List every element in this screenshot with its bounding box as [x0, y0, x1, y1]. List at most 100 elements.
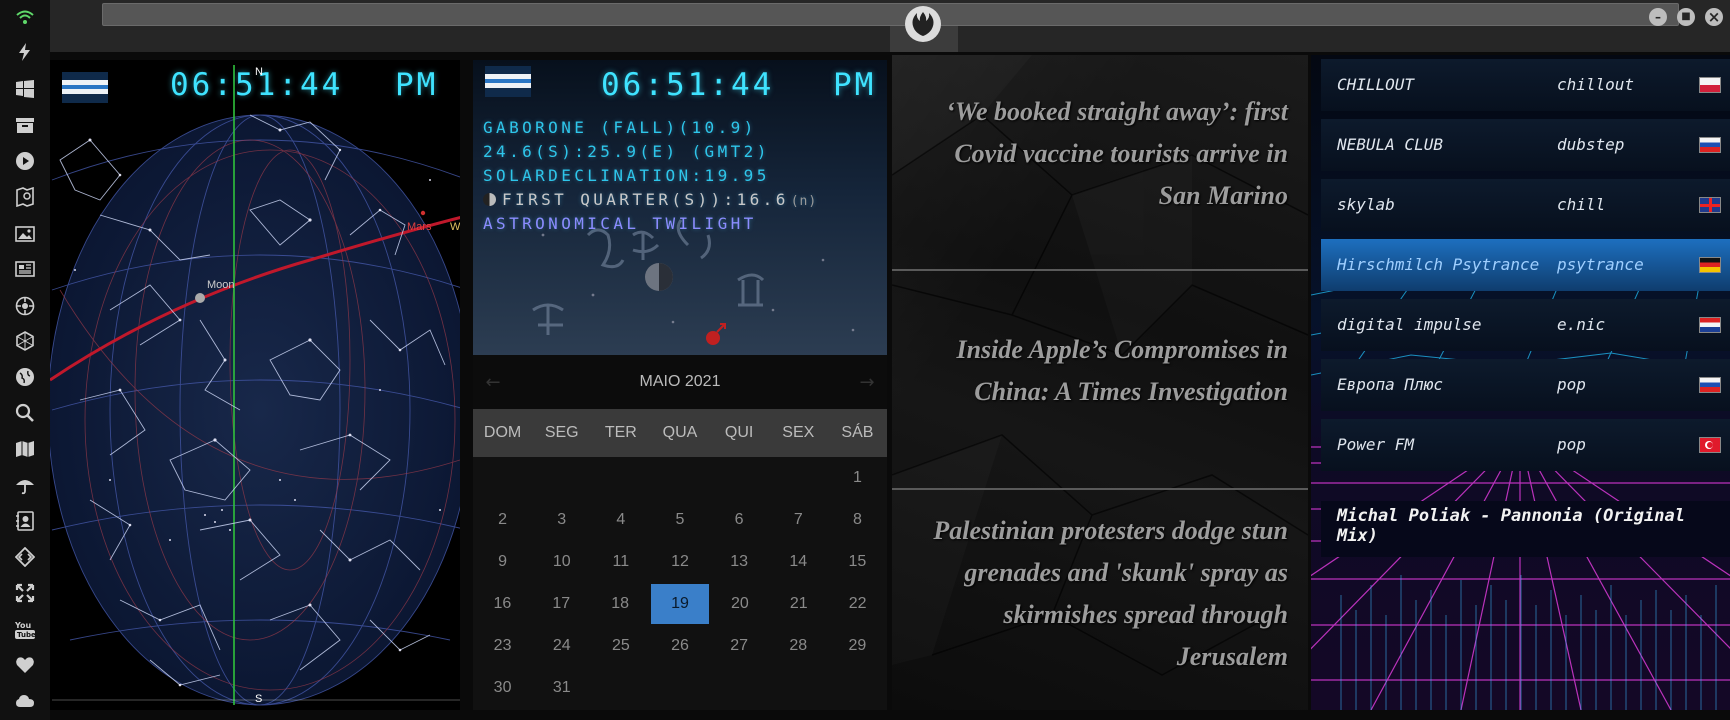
- calendar-day[interactable]: 10: [532, 541, 591, 583]
- calendar-day[interactable]: 15: [828, 541, 887, 583]
- calendar-day[interactable]: 13: [710, 541, 769, 583]
- calendar-day[interactable]: 1: [828, 457, 887, 499]
- turkey-flag-icon: [1699, 437, 1721, 453]
- station-item[interactable]: Power FM pop: [1321, 419, 1730, 471]
- calendar-day[interactable]: 2: [473, 499, 532, 541]
- uk-flag-icon: [1699, 197, 1721, 213]
- calendar-empty-cell: [769, 667, 828, 709]
- contact-icon[interactable]: [15, 511, 35, 531]
- play-icon[interactable]: [15, 151, 35, 171]
- minimize-button[interactable]: –: [1649, 8, 1667, 26]
- station-item[interactable]: NEBULA CLUB dubstep: [1321, 119, 1730, 171]
- heart-icon[interactable]: [15, 655, 35, 675]
- address-bar[interactable]: [102, 3, 1679, 26]
- calendar-day[interactable]: 23: [473, 625, 532, 667]
- news-headline-1[interactable]: ‘We booked straight away’: first Covid v…: [892, 91, 1308, 217]
- flag-icon: [62, 72, 108, 103]
- image-icon[interactable]: [15, 224, 35, 244]
- calendar-day[interactable]: 31: [532, 667, 591, 709]
- calendar-day[interactable]: 11: [591, 541, 650, 583]
- twilight-line: ASTRONOMICAL TWILIGHT: [483, 214, 757, 233]
- bolt-icon[interactable]: [15, 42, 35, 62]
- calendar-day[interactable]: 30: [473, 667, 532, 709]
- wifi-icon[interactable]: [15, 7, 35, 27]
- calendar-day[interactable]: 25: [591, 625, 650, 667]
- news-headline-2[interactable]: Inside Apple’s Compromises in China: A T…: [892, 329, 1308, 413]
- declination-line: SOLARDECLINATION:19.95: [483, 166, 770, 185]
- calendar-day[interactable]: 6: [710, 499, 769, 541]
- calendar-day[interactable]: 5: [650, 499, 709, 541]
- station-item[interactable]: Европа Плюс pop: [1321, 359, 1730, 411]
- calendar-week: 1: [473, 457, 887, 499]
- weekday-header: SEG: [544, 424, 579, 441]
- now-playing: Michal Poliak - Pannonia (Original Mix): [1321, 501, 1730, 557]
- settings-icon[interactable]: [15, 296, 35, 316]
- archive-icon[interactable]: [15, 115, 35, 135]
- calendar-day[interactable]: 28: [769, 625, 828, 667]
- calendar-empty-cell: [828, 667, 887, 709]
- hexagon-icon[interactable]: [15, 331, 35, 351]
- russia-flag-icon: [1699, 137, 1721, 153]
- globe-icon[interactable]: [15, 367, 35, 387]
- moon-label: Moon: [207, 279, 235, 291]
- calendar-day[interactable]: 14: [769, 541, 828, 583]
- calendar-day-today[interactable]: 19: [650, 584, 710, 624]
- calendar-month-label: MAIO 2021: [639, 373, 721, 390]
- calendar-day[interactable]: 21: [769, 583, 828, 625]
- news-headline-3[interactable]: Palestinian protesters dodge stun grenad…: [892, 510, 1308, 678]
- calendar-day[interactable]: 4: [591, 499, 650, 541]
- moon-phase-suffix: (n): [790, 194, 818, 209]
- map-icon[interactable]: [15, 439, 35, 459]
- calendar-empty-cell: [473, 457, 532, 499]
- clock-ampm: PM: [395, 67, 439, 103]
- clock-ampm: PM: [833, 67, 877, 103]
- calendar-day[interactable]: 18: [591, 583, 650, 625]
- calendar-day[interactable]: 29: [828, 625, 887, 667]
- calendar-day[interactable]: 27: [710, 625, 769, 667]
- star-map-panel[interactable]: 06:51:44 PM N S Moon Mars W: [50, 60, 460, 710]
- astro-calendar-panel: 06:51:44 PM GABORONE (FALL)(10.9) 24.6(S…: [473, 60, 887, 710]
- next-month-button[interactable]: →: [847, 372, 887, 393]
- station-name: Hirschmilch Psytrance: [1337, 255, 1540, 274]
- expand-icon[interactable]: [15, 583, 35, 603]
- weekday-header: QUA: [662, 424, 698, 441]
- umbrella-icon[interactable]: [15, 475, 35, 495]
- search-icon[interactable]: [15, 403, 35, 423]
- maximize-button[interactable]: ■: [1677, 8, 1695, 26]
- calendar-day[interactable]: 16: [473, 583, 532, 625]
- calendar-day[interactable]: 20: [710, 583, 769, 625]
- calendar-day[interactable]: 12: [650, 541, 709, 583]
- calendar-day[interactable]: 3: [532, 499, 591, 541]
- station-item[interactable]: digital impulse e.nic: [1321, 299, 1730, 351]
- windows-icon[interactable]: [15, 79, 35, 99]
- news-divider: [892, 269, 1308, 271]
- station-item[interactable]: CHILLOUT chillout: [1321, 59, 1730, 111]
- station-name: NEBULA CLUB: [1337, 135, 1443, 154]
- sky-chart[interactable]: [50, 60, 460, 710]
- calendar-day[interactable]: 9: [473, 541, 532, 583]
- coords-line: 24.6(S):25.9(E) (GMT2): [483, 142, 770, 161]
- calendar-day[interactable]: 17: [532, 583, 591, 625]
- flag-icon: [485, 66, 531, 97]
- station-item-active[interactable]: Hirschmilch Psytrance psytrance: [1321, 239, 1730, 291]
- croatia-flag-icon: [1699, 317, 1721, 333]
- code-icon[interactable]: [15, 547, 35, 567]
- station-name: CHILLOUT: [1337, 75, 1415, 94]
- moon-phase-line: FIRST QUARTER(S)):16.6 (n): [483, 190, 817, 209]
- poland-flag-icon: [1699, 77, 1721, 93]
- calendar-day[interactable]: 7: [769, 499, 828, 541]
- close-button[interactable]: ×: [1705, 8, 1723, 26]
- station-item[interactable]: skylab chill: [1321, 179, 1730, 231]
- calendar-day[interactable]: 8: [828, 499, 887, 541]
- weekday-header: SEX: [782, 424, 815, 441]
- youtube-icon[interactable]: You Tube: [15, 619, 35, 639]
- calendar-day[interactable]: 22: [828, 583, 887, 625]
- prev-month-button[interactable]: ←: [473, 372, 513, 393]
- calendar-day[interactable]: 24: [532, 625, 591, 667]
- cloud-icon[interactable]: [15, 691, 35, 711]
- map-book-icon[interactable]: [15, 187, 35, 207]
- news-icon[interactable]: [15, 259, 35, 279]
- location-line: GABORONE (FALL)(10.9): [483, 118, 757, 137]
- calendar-day[interactable]: 26: [650, 625, 709, 667]
- station-name: Power FM: [1337, 435, 1415, 454]
